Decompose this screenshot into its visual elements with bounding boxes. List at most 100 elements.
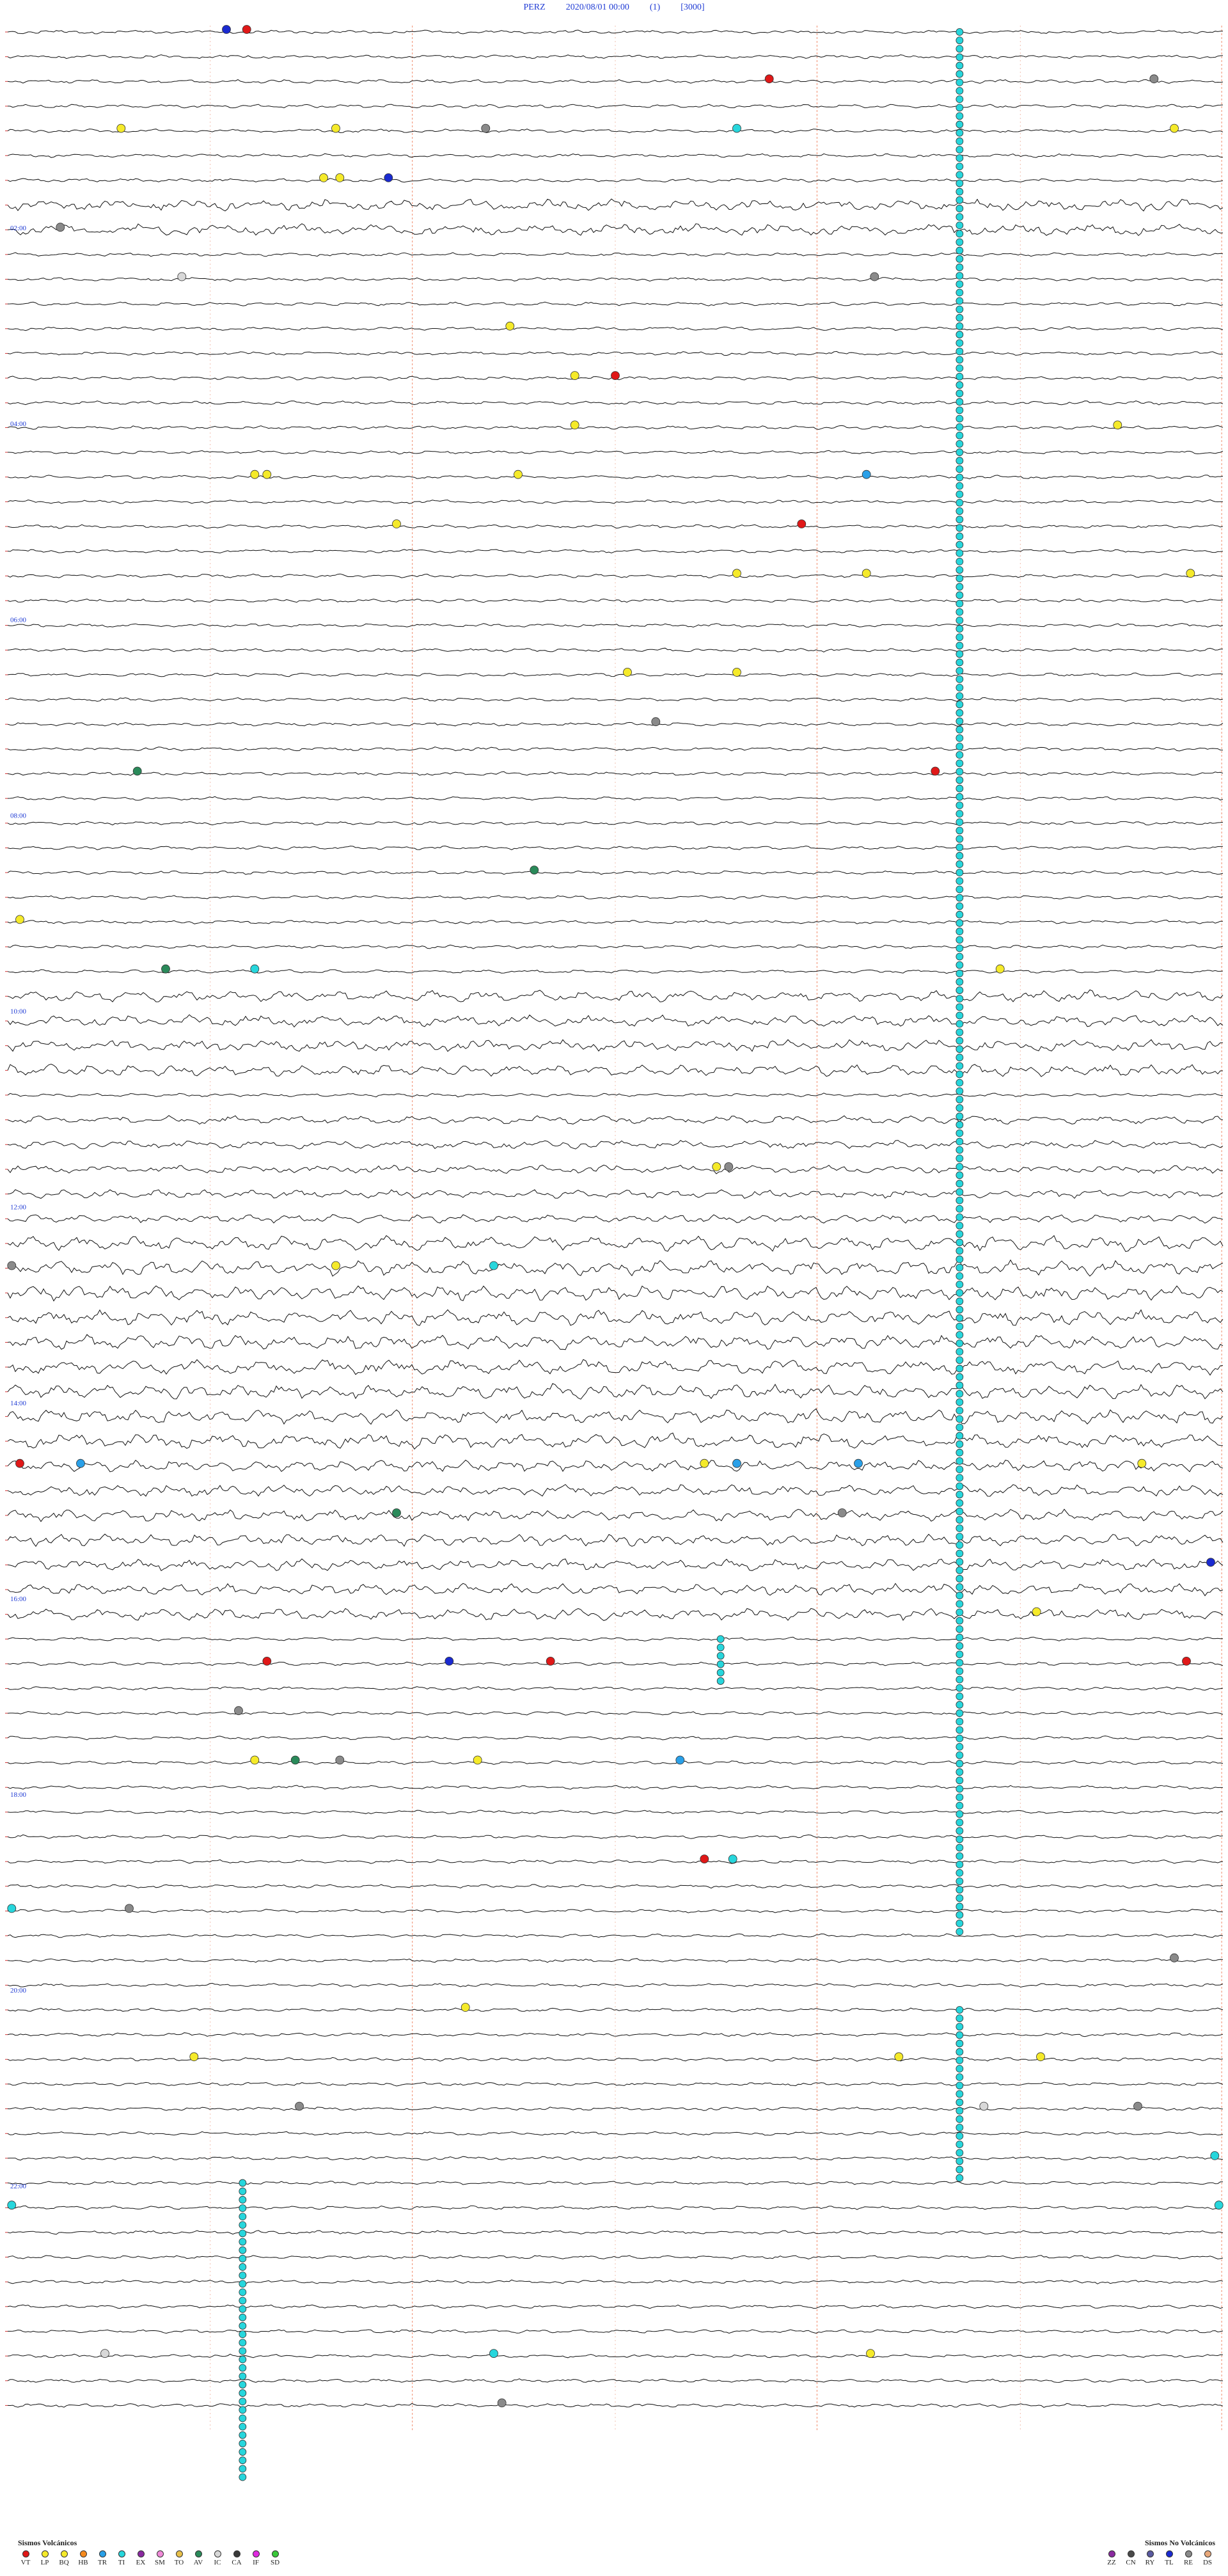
- event-marker-RE[interactable]: [481, 123, 491, 133]
- event-marker-LP[interactable]: [866, 2349, 875, 2359]
- event-marker-TI: [956, 1381, 964, 1389]
- event-marker-VT[interactable]: [15, 1458, 24, 1468]
- event-marker-TR[interactable]: [854, 1458, 863, 1468]
- event-marker-LP[interactable]: [1032, 1607, 1041, 1616]
- event-marker-TI[interactable]: [7, 1904, 17, 1913]
- event-marker-AV[interactable]: [530, 865, 539, 874]
- event-marker-RE[interactable]: [1149, 74, 1159, 84]
- event-marker-RE[interactable]: [1170, 1953, 1179, 1963]
- event-marker-LP[interactable]: [116, 123, 126, 133]
- event-marker-TR[interactable]: [732, 1458, 741, 1468]
- event-marker-LP[interactable]: [1137, 1458, 1147, 1468]
- event-marker-TL[interactable]: [384, 173, 393, 182]
- event-marker-LP[interactable]: [700, 1458, 709, 1468]
- event-marker-TI: [956, 221, 964, 230]
- event-marker-LP[interactable]: [570, 371, 579, 380]
- event-marker-TI[interactable]: [728, 1854, 737, 1864]
- event-marker-TI: [956, 1667, 964, 1675]
- seismic-trace: [7, 1383, 1224, 1400]
- legend-code: SM: [155, 2559, 165, 2566]
- event-marker-LP[interactable]: [331, 123, 340, 133]
- event-marker-RE[interactable]: [56, 223, 65, 232]
- legend-dot: [214, 2550, 221, 2557]
- hour-label: 22:00: [10, 2183, 27, 2190]
- event-marker-RE[interactable]: [1133, 2101, 1142, 2111]
- event-marker-AV[interactable]: [290, 1755, 300, 1765]
- event-marker-TI[interactable]: [489, 1261, 498, 1270]
- event-marker-LP[interactable]: [732, 668, 741, 677]
- event-marker-VT[interactable]: [546, 1656, 555, 1666]
- event-marker-LP[interactable]: [250, 1755, 260, 1765]
- event-marker-LP[interactable]: [335, 173, 345, 182]
- event-marker-VT[interactable]: [242, 25, 251, 34]
- event-marker-LP[interactable]: [623, 668, 632, 677]
- event-marker-RE[interactable]: [7, 1261, 17, 1270]
- event-marker-IC[interactable]: [979, 2101, 989, 2111]
- event-marker-TL[interactable]: [1206, 1558, 1215, 1567]
- event-marker-LP[interactable]: [505, 321, 515, 331]
- event-marker-LP[interactable]: [460, 2003, 470, 2012]
- event-marker-LP[interactable]: [862, 569, 871, 578]
- event-marker-AV[interactable]: [132, 766, 142, 776]
- event-marker-RE[interactable]: [125, 1904, 134, 1913]
- event-marker-LP[interactable]: [1186, 569, 1195, 578]
- event-marker-RE[interactable]: [295, 2101, 304, 2111]
- event-marker-VT[interactable]: [797, 519, 807, 528]
- event-marker-VT[interactable]: [611, 371, 620, 380]
- event-marker-TI[interactable]: [250, 964, 260, 974]
- event-marker-TI: [956, 869, 964, 876]
- event-marker-AV[interactable]: [161, 964, 170, 974]
- event-marker-TL[interactable]: [445, 1656, 454, 1666]
- event-marker-LP[interactable]: [189, 2052, 199, 2062]
- event-marker-LP[interactable]: [995, 964, 1005, 974]
- event-marker-TR[interactable]: [76, 1458, 85, 1468]
- event-marker-LP[interactable]: [1170, 123, 1179, 133]
- event-marker-VT[interactable]: [1182, 1656, 1191, 1666]
- event-marker-RE[interactable]: [724, 1162, 734, 1171]
- event-marker-AV[interactable]: [392, 1508, 401, 1517]
- event-marker-RE[interactable]: [837, 1508, 847, 1517]
- event-marker-LP[interactable]: [250, 470, 260, 479]
- event-marker-VT[interactable]: [931, 766, 940, 776]
- event-marker-LP[interactable]: [570, 420, 579, 430]
- event-marker-TI[interactable]: [1210, 2151, 1220, 2160]
- event-marker-TI[interactable]: [7, 2201, 17, 2210]
- event-marker-LP[interactable]: [473, 1755, 482, 1765]
- event-marker-RE[interactable]: [335, 1755, 345, 1765]
- event-marker-TL[interactable]: [222, 25, 231, 34]
- event-marker-RE[interactable]: [234, 1706, 243, 1716]
- event-marker-VT[interactable]: [700, 1854, 709, 1864]
- event-marker-LP[interactable]: [514, 470, 523, 479]
- event-marker-LP[interactable]: [712, 1162, 721, 1171]
- event-marker-RE[interactable]: [870, 272, 879, 281]
- event-marker-LP[interactable]: [732, 569, 741, 578]
- event-marker-TI: [956, 1852, 964, 1860]
- legend-code: HB: [78, 2559, 88, 2566]
- event-marker-LP[interactable]: [319, 173, 328, 182]
- event-marker-TI: [956, 1844, 964, 1852]
- event-marker-VT[interactable]: [764, 74, 774, 84]
- event-marker-LP[interactable]: [262, 470, 272, 479]
- event-marker-IC[interactable]: [177, 272, 187, 281]
- event-marker-TI: [956, 2106, 964, 2115]
- event-marker-VT[interactable]: [262, 1656, 272, 1666]
- event-marker-TI: [716, 1677, 725, 1685]
- event-marker-RE[interactable]: [497, 2398, 507, 2408]
- event-marker-TI[interactable]: [1214, 2201, 1224, 2210]
- event-marker-LP[interactable]: [1036, 2052, 1045, 2062]
- hour-labels: 02:00 04:00 06:00 08:00 10:00 12:00 14:00 16:00…: [10, 225, 27, 2190]
- event-marker-TI[interactable]: [489, 2349, 498, 2359]
- event-marker-TI: [956, 1121, 964, 1129]
- event-marker-LP[interactable]: [1113, 420, 1122, 430]
- event-marker-LP[interactable]: [392, 519, 401, 528]
- event-marker-LP[interactable]: [894, 2052, 904, 2062]
- legend-dot: [1108, 2550, 1115, 2557]
- event-marker-LP[interactable]: [15, 915, 24, 924]
- event-marker-LP[interactable]: [331, 1261, 340, 1270]
- event-marker-IC[interactable]: [100, 2349, 109, 2359]
- event-marker-TR[interactable]: [675, 1755, 685, 1765]
- event-marker-RE[interactable]: [651, 717, 661, 727]
- event-marker-TI[interactable]: [732, 123, 741, 133]
- event-marker-TR[interactable]: [862, 470, 871, 479]
- event-marker-TI: [956, 658, 964, 667]
